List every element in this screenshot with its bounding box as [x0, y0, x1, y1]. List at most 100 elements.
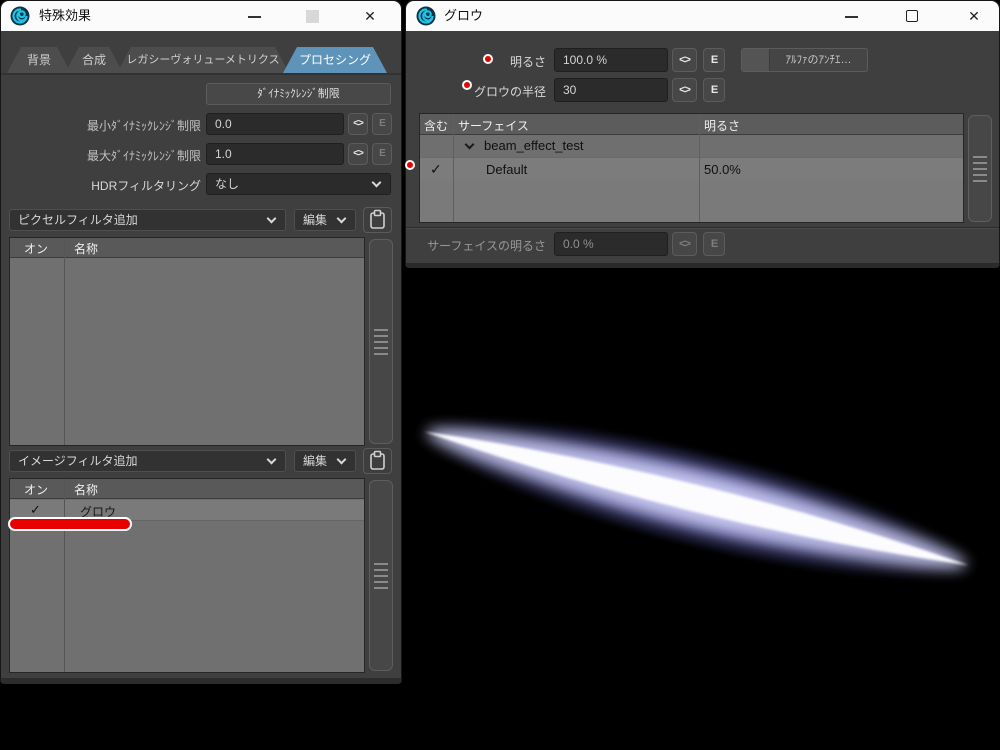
close-button[interactable]: ✕	[352, 1, 388, 31]
glow-beam-render	[402, 268, 1000, 750]
chevron-down-icon	[337, 455, 347, 465]
min-dynamic-range-input[interactable]: 0.0	[206, 113, 344, 135]
include-check-icon[interactable]: ✓	[430, 161, 442, 178]
annotation-dot-brightness	[483, 54, 493, 64]
brightness-envelope-button[interactable]: E	[703, 48, 725, 72]
maximize-button[interactable]	[895, 1, 931, 31]
glow-window: グロウ ✕ 明るさ 100.0 % <> E ｱﾙﾌｧのｱﾝﾁｴ… グロウの半径…	[405, 0, 1000, 268]
image-filter-add-label: イメージフィルタ追加	[18, 454, 138, 468]
expand-chevron-icon[interactable]	[465, 140, 475, 150]
table-row-group[interactable]: beam_effect_test	[420, 135, 963, 157]
hdr-filtering-label: HDRフィルタリング	[1, 177, 201, 194]
column-on: オン	[24, 481, 48, 498]
surface-list-scrollbar[interactable]	[968, 115, 992, 222]
max-dynamic-range-input[interactable]: 1.0	[206, 143, 344, 165]
minimize-icon	[248, 16, 261, 18]
render-viewport	[402, 268, 1000, 750]
minimize-button[interactable]	[237, 1, 273, 31]
column-divider	[453, 114, 454, 222]
hdr-filtering-value: なし	[215, 177, 239, 191]
pixel-filter-add-dropdown[interactable]: ピクセルフィルタ追加	[9, 209, 286, 231]
chevron-down-icon	[267, 214, 277, 224]
max-range-envelope-button[interactable]: E	[372, 143, 392, 165]
column-name: 名称	[74, 481, 98, 498]
clipboard-icon	[364, 449, 391, 473]
section-divider	[406, 227, 999, 229]
glow-titlebar: グロウ ✕	[406, 1, 999, 31]
image-filter-scrollbar[interactable]	[369, 480, 393, 671]
pixel-filter-clipboard-button[interactable]	[363, 207, 392, 233]
image-filter-clipboard-button[interactable]	[363, 448, 392, 474]
pixel-filter-list[interactable]: オン 名称	[9, 237, 365, 446]
image-filter-add-dropdown[interactable]: イメージフィルタ追加	[9, 450, 286, 472]
surface-name: Default	[486, 162, 527, 177]
tab-composite[interactable]: 合成	[65, 47, 123, 73]
close-icon: ✕	[352, 1, 388, 31]
min-range-stepper-button[interactable]: <>	[348, 113, 368, 135]
column-divider	[699, 114, 700, 222]
maximize-button[interactable]	[295, 1, 331, 31]
special-effects-titlebar: 特殊効果 ✕	[1, 1, 401, 31]
glow-radius-input[interactable]: 30	[554, 78, 668, 102]
special-effects-window: 特殊効果 ✕ 背景 合成 レガシーヴォリューメトリクス プロセシング ﾀﾞｲﾅﾐ…	[0, 0, 402, 684]
chevron-down-icon	[337, 214, 347, 224]
surface-brightness-envelope-button[interactable]: E	[703, 232, 725, 256]
image-filter-edit-button[interactable]: 編集	[294, 450, 356, 472]
minimize-button[interactable]	[834, 1, 870, 31]
annotation-underline-glow-filter	[8, 517, 132, 531]
surface-brightness-value: 50.0%	[704, 162, 741, 177]
annotation-dot-glow-radius	[462, 80, 472, 90]
radius-envelope-button[interactable]: E	[703, 78, 725, 102]
image-filter-list[interactable]: オン 名称 ✓ グロウ	[9, 478, 365, 673]
tab-background[interactable]: 背景	[7, 47, 71, 73]
max-range-stepper-button[interactable]: <>	[348, 143, 368, 165]
maximize-icon	[306, 10, 319, 23]
window-title: 特殊効果	[39, 1, 91, 31]
annotation-dot-include-row	[405, 160, 415, 170]
glow-enabled-check-icon[interactable]: ✓	[30, 502, 41, 518]
table-row-default[interactable]: ✓ Default 50.0%	[420, 157, 963, 180]
tab-processing[interactable]: プロセシング	[283, 47, 387, 73]
app-logo-icon	[416, 6, 436, 26]
column-name: 名称	[74, 240, 98, 257]
min-dynamic-range-label: 最小ﾀﾞｲﾅﾐｯｸﾚﾝｼﾞ制限	[1, 117, 201, 134]
maximize-icon	[906, 10, 918, 22]
min-range-envelope-button[interactable]: E	[372, 113, 392, 135]
surface-brightness-input[interactable]: 0.0 %	[554, 232, 668, 256]
column-divider	[64, 479, 65, 672]
clipboard-icon	[364, 208, 391, 232]
surface-list[interactable]: 含む サーフェイス 明るさ beam_effect_test ✓ Default…	[419, 113, 964, 223]
surface-group-name: beam_effect_test	[484, 138, 584, 153]
chevron-down-icon	[372, 178, 382, 188]
alpha-antialias-label: ｱﾙﾌｧのｱﾝﾁｴ…	[774, 49, 863, 71]
surface-list-header: 含む サーフェイス 明るさ	[420, 114, 963, 135]
surface-brightness-label: サーフェイスの明るさ	[416, 237, 546, 254]
dynamic-range-limit-button[interactable]: ﾀﾞｲﾅﾐｯｸﾚﾝｼﾞ制限	[206, 83, 391, 105]
pixel-filter-edit-button[interactable]: 編集	[294, 209, 356, 231]
glow-radius-label: グロウの半径	[436, 83, 546, 100]
edit-label: 編集	[303, 213, 327, 227]
alpha-antialias-toggle-button[interactable]: ｱﾙﾌｧのｱﾝﾁｴ…	[741, 48, 868, 72]
radius-stepper-button[interactable]: <>	[672, 78, 697, 102]
close-button[interactable]: ✕	[956, 1, 992, 31]
close-icon: ✕	[956, 1, 992, 31]
hdr-filtering-dropdown[interactable]: なし	[206, 173, 391, 195]
column-on: オン	[24, 240, 48, 257]
column-include: 含む	[424, 117, 448, 134]
column-divider	[64, 238, 65, 445]
toggle-check-area	[742, 49, 770, 71]
pixel-filter-scrollbar[interactable]	[369, 239, 393, 444]
column-brightness: 明るさ	[704, 117, 740, 134]
brightness-stepper-button[interactable]: <>	[672, 48, 697, 72]
chevron-down-icon	[267, 455, 277, 465]
surface-brightness-stepper-button[interactable]: <>	[672, 232, 697, 256]
column-surface: サーフェイス	[458, 117, 529, 134]
pixel-filter-add-label: ピクセルフィルタ追加	[18, 213, 138, 227]
app-logo-icon	[10, 6, 30, 26]
minimize-icon	[845, 16, 858, 18]
tabbar-divider	[1, 73, 401, 75]
tab-legacy-volumetrics[interactable]: レガシーヴォリューメトリクス	[117, 47, 289, 73]
max-dynamic-range-label: 最大ﾀﾞｲﾅﾐｯｸﾚﾝｼﾞ制限	[1, 147, 201, 164]
brightness-input[interactable]: 100.0 %	[554, 48, 668, 72]
window-title: グロウ	[444, 1, 483, 31]
